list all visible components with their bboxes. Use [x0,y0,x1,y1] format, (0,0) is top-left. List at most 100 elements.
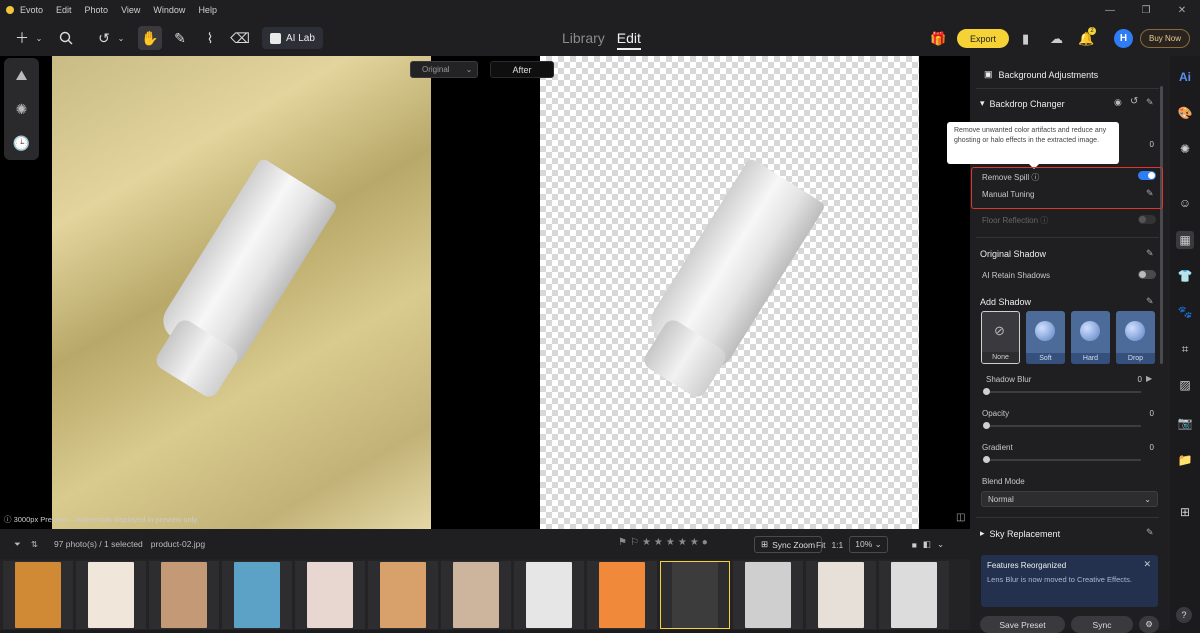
clothing-icon[interactable]: 👕 [1176,267,1194,285]
maximize-icon[interactable]: ❐ [1128,0,1164,20]
texture-tool-icon[interactable]: ✺ [16,101,28,118]
chevron-down-icon[interactable]: ⌄ [937,539,944,550]
sync-settings-icon[interactable]: ⚙ [1139,616,1159,633]
chevron-down-icon[interactable]: ⌄ [34,26,44,50]
chevron-down-icon[interactable]: ⌄ [116,26,126,50]
star-icon[interactable]: ★ [654,537,663,548]
reset-icon[interactable]: ↺ [1130,96,1138,107]
ai-lab-button[interactable]: AI Lab [262,27,323,49]
compare-view-icon[interactable]: ◫ [956,512,965,523]
gift-icon[interactable]: 🎁 [930,31,946,47]
star-icon[interactable]: ★ [690,537,699,548]
info-icon[interactable]: ⓘ [1040,216,1048,225]
star-icon[interactable]: ★ [642,537,651,548]
canvas[interactable] [0,56,970,529]
image-icon[interactable]: ▨ [1176,376,1194,394]
shadow-option-none[interactable]: ⊘ None [981,311,1020,364]
filmstrip-thumbnail[interactable] [879,561,949,629]
hand-tool-icon[interactable]: ✋ [138,26,162,50]
face-icon[interactable]: ☺ [1176,194,1194,212]
filmstrip-thumbnail[interactable] [733,561,803,629]
edit-icon[interactable]: ✎ [1146,97,1154,108]
chevron-right-icon[interactable]: ▶ [1146,374,1152,383]
grain-icon[interactable]: ✺ [1176,140,1194,158]
ai-icon[interactable]: Ai [1176,68,1194,86]
menu-photo[interactable]: Photo [85,5,109,15]
background-icon[interactable]: ▦ [1176,231,1194,249]
filmstrip-thumbnail[interactable] [149,561,219,629]
eraser-icon[interactable]: ⌫ [228,26,252,50]
slider-knob[interactable] [983,456,990,463]
panel-scrollbar[interactable] [1160,86,1163,364]
star-icon[interactable]: ★ [678,537,687,548]
cloud-icon[interactable]: ☁ [1050,31,1063,47]
blend-mode-select[interactable]: Normal ⌄ [981,491,1158,507]
zoom-select[interactable]: 10% ⌄ [849,536,888,553]
single-view-icon[interactable]: ■ [912,540,917,550]
reject-flag-icon[interactable]: ⚐ [630,537,639,548]
shadow-option-soft[interactable]: Soft [1026,311,1065,364]
flag-icon[interactable]: ⚑ [618,537,627,548]
filmstrip-thumbnail[interactable] [587,561,657,629]
add-icon[interactable]: ＋ [10,26,34,50]
save-preset-button[interactable]: Save Preset [980,616,1065,633]
minimize-icon[interactable]: — [1092,0,1128,20]
fit-button[interactable]: Fit [816,540,825,550]
one-to-one-button[interactable]: 1:1 [831,540,843,550]
shadow-option-drop[interactable]: Drop [1116,311,1155,364]
sync-button[interactable]: Sync [1071,616,1133,633]
star-icon[interactable]: ★ [666,537,675,548]
bookmark-icon[interactable]: ⊞ [1176,503,1194,521]
panel-toggle-icon[interactable]: ▮ [1022,31,1029,47]
history-icon[interactable]: 🕒 [13,135,30,152]
pet-icon[interactable]: 🐾 [1176,303,1194,321]
portrait-tool-icon[interactable]: ⛰ [16,67,28,84]
undo-icon[interactable]: ↺ [92,26,116,50]
ai-retain-shadows-toggle[interactable] [1138,270,1156,279]
search-icon[interactable] [54,26,78,50]
close-icon[interactable]: ✕ [1164,0,1200,20]
menu-edit[interactable]: Edit [56,5,72,15]
opacity-slider[interactable] [983,422,1141,429]
filmstrip-thumbnail[interactable] [76,561,146,629]
shadow-option-hard[interactable]: Hard [1071,311,1110,364]
buy-now-button[interactable]: Buy Now [1140,29,1190,48]
sky-replacement-header[interactable]: ▸ Sky Replacement [980,528,1060,539]
camera-icon[interactable]: 📷 [1176,414,1194,432]
patch-free-icon[interactable]: ⌇ [198,26,222,50]
sync-zoom-button[interactable]: ⊞ Sync Zoom [754,536,823,553]
folder-icon[interactable]: 📁 [1176,451,1194,469]
palette-icon[interactable]: 🎨 [1176,104,1194,122]
slider-knob[interactable] [983,422,990,429]
color-label-icon[interactable]: ● [702,537,708,548]
add-shadow-edit-icon[interactable]: ✎ [1146,296,1154,307]
export-button[interactable]: Export [957,29,1009,48]
menu-view[interactable]: View [121,5,140,15]
filmstrip-thumbnail[interactable] [222,561,292,629]
slider-knob[interactable] [983,388,990,395]
rating-stars[interactable]: ⚑ ⚐ ★ ★ ★ ★ ★ ● [618,537,708,548]
floor-reflection-toggle[interactable] [1138,215,1156,224]
compare-layout-icon[interactable]: ◧ [923,539,931,550]
shadow-blur-slider[interactable] [983,388,1141,395]
filmstrip-thumbnail[interactable] [368,561,438,629]
filter-icon[interactable]: ⏷ [14,539,21,550]
sky-replacement-edit-icon[interactable]: ✎ [1146,527,1154,538]
help-icon[interactable]: ? [1176,607,1192,623]
menu-help[interactable]: Help [198,5,217,15]
avatar[interactable]: H [1114,29,1133,48]
filmstrip-thumbnail[interactable] [660,561,730,629]
eye-icon[interactable]: ◉ [1114,97,1122,108]
backdrop-changer-header[interactable]: ▾ Backdrop Changer [980,98,1065,109]
filmstrip-thumbnail[interactable] [806,561,876,629]
sort-icon[interactable]: ⇅ [31,539,38,550]
tab-edit[interactable]: Edit [616,30,641,50]
menu-window[interactable]: Window [153,5,185,15]
gradient-slider[interactable] [983,456,1141,463]
filmstrip-thumbnail[interactable] [3,561,73,629]
tab-library[interactable]: Library [562,30,605,50]
original-shadow-edit-icon[interactable]: ✎ [1146,248,1154,259]
filmstrip-thumbnail[interactable] [295,561,365,629]
original-select[interactable]: Original ⌄ [410,61,478,78]
filmstrip-thumbnail[interactable] [514,561,584,629]
